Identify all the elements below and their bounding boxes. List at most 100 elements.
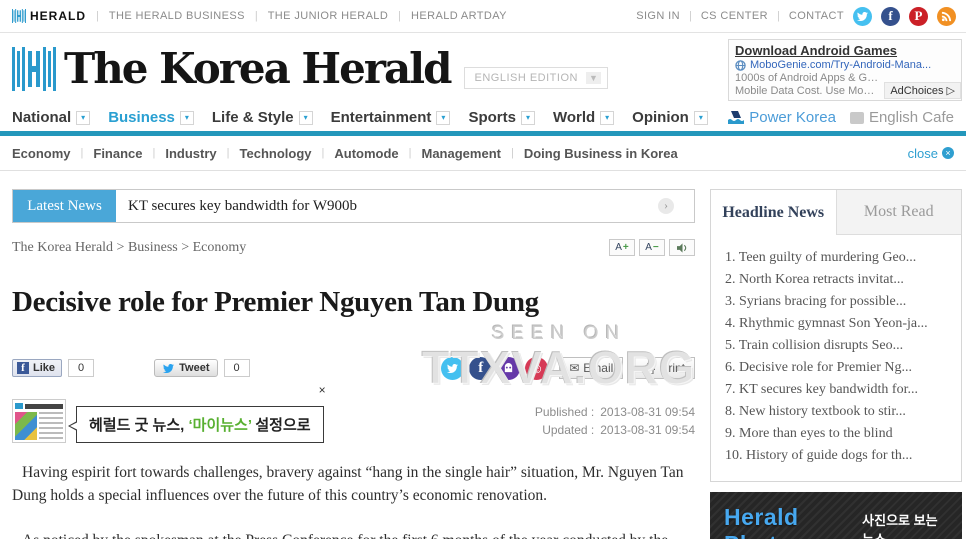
- headline-item[interactable]: 7. KT secures key bandwidth for...: [725, 379, 947, 401]
- nav-item-business[interactable]: Business ▾: [108, 109, 194, 126]
- ticker-next-icon[interactable]: ›: [658, 198, 674, 214]
- subnav-item-economy[interactable]: Economy: [12, 146, 71, 161]
- font-increase-button[interactable]: A +: [609, 239, 635, 256]
- nav-item-entertainment[interactable]: Entertainment ▾: [331, 109, 451, 126]
- headline-item[interactable]: 1. Teen guilty of murdering Geo...: [725, 247, 947, 269]
- rss-icon[interactable]: [937, 6, 956, 26]
- herald-mini-logo[interactable]: HERALD: [12, 9, 86, 23]
- headline-item[interactable]: 5. Train collision disrupts Seo...: [725, 335, 947, 357]
- adchoices-badge[interactable]: AdChoices ▷: [884, 82, 961, 99]
- headline-item[interactable]: 6. Decisive role for Premier Ng...: [725, 357, 947, 379]
- topbar-link-herald-business[interactable]: THE HERALD BUSINESS: [109, 10, 245, 22]
- minus-icon: −: [652, 242, 659, 253]
- twitter-bird-icon: [163, 363, 175, 373]
- page: HERALD | THE HERALD BUSINESS | THE JUNIO…: [0, 0, 966, 539]
- subnav-item-industry[interactable]: Industry: [165, 146, 216, 161]
- subnav-item-automode[interactable]: Automode: [334, 146, 398, 161]
- nav-item-sports[interactable]: Sports ▾: [468, 109, 535, 126]
- article-paragraph: Having espirit fort towards challenges, …: [12, 464, 684, 504]
- me2day-share-icon[interactable]: [497, 356, 521, 380]
- herald-photo-widget[interactable]: Herald Photo 사진으로 보는 뉴스: [710, 492, 962, 539]
- nav-item-life-style[interactable]: Life & Style ▾: [212, 109, 313, 126]
- divider: |: [776, 10, 780, 22]
- mynews-banner[interactable]: × 헤럴드 굿 뉴스, ‘마이뉴스’ 설정으로: [12, 383, 326, 443]
- cs-center-link[interactable]: CS CENTER: [701, 10, 768, 22]
- chevron-down-icon[interactable]: ▾: [76, 110, 91, 125]
- mountain-wave-icon: [728, 111, 745, 124]
- font-smaller-label: A: [645, 242, 652, 253]
- bubble-highlight-text: ‘마이뉴스’: [188, 417, 252, 434]
- headline-item[interactable]: 10. History of guide dogs for th...: [725, 445, 947, 467]
- tab-headline-news[interactable]: Headline News: [711, 190, 836, 235]
- cyworld-share-icon[interactable]: ☺: [525, 356, 549, 380]
- tab-most-read[interactable]: Most Read: [835, 190, 961, 235]
- divider: |: [321, 147, 325, 159]
- bubble-text: 헤럴드 굿 뉴스,: [89, 417, 189, 434]
- headline-item[interactable]: 3. Syrians bracing for possible...: [725, 291, 947, 313]
- latest-news-tab[interactable]: Latest News: [13, 190, 116, 222]
- edition-selector[interactable]: ENGLISH EDITION ▼: [464, 66, 609, 89]
- pinterest-icon[interactable]: P: [909, 6, 928, 26]
- headline-item[interactable]: 4. Rhythmic gymnast Son Yeon-ja...: [725, 313, 947, 335]
- tweet-button[interactable]: Tweet: [154, 359, 218, 377]
- facebook-icon: f: [17, 362, 29, 374]
- divider: |: [510, 147, 514, 159]
- nav-item-opinion[interactable]: Opinion ▾: [632, 109, 708, 126]
- subnav-item-finance[interactable]: Finance: [93, 146, 142, 161]
- plus-icon: +: [622, 242, 629, 253]
- headline-item[interactable]: 2. North Korea retracts invitat...: [725, 269, 947, 291]
- nav-item-world[interactable]: World ▾: [553, 109, 615, 126]
- published-value: 2013-08-31 09:54: [600, 405, 695, 419]
- ad-title[interactable]: Download Android Games: [735, 43, 955, 58]
- facebook-like-button[interactable]: f Like 0: [12, 359, 95, 377]
- email-button[interactable]: ✉ Email: [559, 357, 624, 379]
- contact-link[interactable]: CONTACT: [789, 10, 844, 22]
- main-navigation: National ▾ Business ▾ Life & Style ▾ Entert…: [0, 104, 966, 131]
- listen-button[interactable]: [669, 239, 695, 256]
- headline-list: 1. Teen guilty of murdering Geo... 2. No…: [711, 235, 961, 481]
- subnav-item-management[interactable]: Management: [422, 146, 501, 161]
- print-button[interactable]: Print: [634, 357, 695, 379]
- chevron-down-icon[interactable]: ▾: [436, 110, 451, 125]
- chevron-down-icon[interactable]: ▾: [693, 110, 708, 125]
- twitter-share-icon[interactable]: [441, 356, 465, 380]
- font-decrease-button[interactable]: A −: [639, 239, 665, 256]
- facebook-icon[interactable]: f: [881, 6, 900, 26]
- topbar-link-herald-artday[interactable]: HERALD ARTDAY: [411, 10, 507, 22]
- chevron-down-icon[interactable]: ▾: [179, 110, 194, 125]
- english-cafe-link[interactable]: English Cafe: [849, 109, 954, 126]
- ticker-headline[interactable]: KT secures key bandwidth for W900b: [128, 198, 357, 215]
- adchoices-arrow-icon: ▷: [946, 85, 955, 97]
- chevron-down-icon[interactable]: ▾: [520, 110, 535, 125]
- nav-item-national[interactable]: National ▾: [12, 109, 91, 126]
- sign-in-link[interactable]: SIGN IN: [636, 10, 680, 22]
- monitor-icon: [849, 111, 864, 124]
- updated-value: 2013-08-31 09:54: [600, 423, 695, 437]
- facebook-share-icon[interactable]: f: [469, 356, 493, 380]
- breadcrumb[interactable]: The Korea Herald > Business > Economy: [12, 240, 246, 256]
- twitter-icon[interactable]: [853, 6, 872, 26]
- font-larger-label: A: [615, 242, 622, 253]
- like-count: 0: [68, 359, 95, 377]
- herald-photo-subtitle: 사진으로 보는 뉴스: [862, 513, 938, 539]
- divider: |: [254, 10, 258, 22]
- published-label: Published :: [534, 405, 595, 419]
- speaker-icon: [676, 242, 686, 253]
- korea-herald-logo[interactable]: The Korea Herald: [12, 44, 452, 93]
- banner-close-icon[interactable]: ×: [319, 383, 326, 397]
- headline-item[interactable]: 8. New history textbook to stir...: [725, 401, 947, 423]
- ad-banner[interactable]: Download Android Games MoboGenie.com/Try…: [728, 39, 962, 101]
- headline-item[interactable]: 9. More than eyes to the blind: [725, 423, 947, 445]
- close-icon: ×: [942, 147, 954, 159]
- article-body: Having espirit fort towards challenges, …: [12, 461, 695, 539]
- subnav-item-technology[interactable]: Technology: [240, 146, 312, 161]
- power-korea-link[interactable]: Power Korea: [728, 109, 836, 126]
- topbar-link-junior-herald[interactable]: THE JUNIOR HERALD: [268, 10, 388, 22]
- subnav-item-doing-business[interactable]: Doing Business in Korea: [524, 146, 678, 161]
- chevron-down-icon[interactable]: ▾: [298, 110, 313, 125]
- mynews-bubble[interactable]: 헤럴드 굿 뉴스, ‘마이뉴스’ 설정으로: [68, 406, 324, 443]
- ad-url[interactable]: MoboGenie.com/Try-Android-Mana...: [735, 59, 955, 71]
- close-button[interactable]: close ×: [908, 146, 954, 161]
- close-label: close: [907, 145, 938, 161]
- chevron-down-icon[interactable]: ▾: [600, 110, 615, 125]
